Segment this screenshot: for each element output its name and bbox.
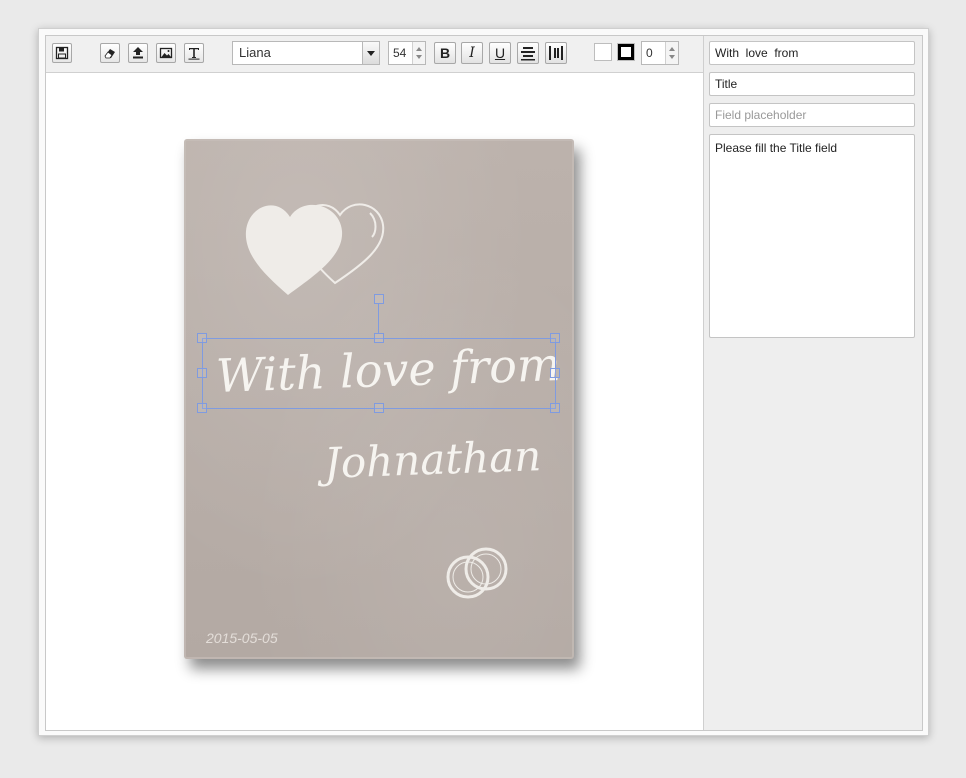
add-text-button[interactable] [184,43,204,63]
editor-body: Liana 54 B I U 0 With love from Johnatha… [45,35,923,731]
title-field[interactable] [709,72,915,96]
headline-text[interactable]: With love from [215,337,561,403]
letter-spacing-icon [549,46,563,60]
resize-handle-bottom-left[interactable] [197,403,207,413]
image-icon [159,47,173,59]
resize-handle-bottom-right[interactable] [550,403,560,413]
stroke-width-stepper-arrows[interactable] [665,42,678,64]
placeholder-field[interactable] [709,103,915,127]
resize-handle-left[interactable] [197,368,207,378]
align-center-button[interactable] [517,42,539,64]
font-family-value: Liana [239,45,271,60]
bold-button[interactable]: B [434,42,456,64]
rotate-handle[interactable] [374,294,384,304]
resize-handle-top[interactable] [374,333,384,343]
toolbar: Liana 54 B I U 0 [46,36,703,73]
spinner-arrows-icon [669,47,675,59]
rotate-handle-line [378,303,379,333]
clear-button[interactable] [100,43,120,63]
resize-handle-top-left[interactable] [197,333,207,343]
align-center-icon [521,47,535,61]
font-family-dropdown-button[interactable] [362,42,379,64]
font-family-select[interactable]: Liana [232,41,380,65]
headline-field[interactable] [709,41,915,65]
save-icon [55,46,69,60]
stroke-width-value: 0 [646,46,653,60]
font-size-stepper[interactable]: 54 [388,41,426,65]
font-size-stepper-arrows[interactable] [412,42,425,64]
letter-spacing-button[interactable] [545,42,567,64]
resize-handle-right[interactable] [550,368,560,378]
chevron-down-icon [367,51,375,56]
upload-button[interactable] [128,43,148,63]
text-icon [188,48,200,60]
hearts-icon[interactable] [240,183,400,303]
resize-handle-top-right[interactable] [550,333,560,343]
eraser-icon [104,49,115,59]
design-canvas[interactable]: With love from Johnathan 2015-05-05 [46,73,703,730]
blanket-product: With love from Johnathan 2015-05-05 [184,139,574,659]
fields-panel: Please fill the Title field [704,36,922,730]
save-button[interactable] [52,43,72,63]
name-text[interactable]: Johnathan [323,431,542,488]
notes-textarea[interactable]: Please fill the Title field [709,134,915,338]
upload-icon [133,47,143,59]
italic-button[interactable]: I [461,42,483,64]
spinner-arrows-icon [416,47,422,59]
resize-handle-bottom[interactable] [374,403,384,413]
stroke-width-stepper[interactable]: 0 [641,41,679,65]
wedding-rings-icon[interactable] [440,539,520,609]
bold-icon: B [439,45,451,61]
date-text[interactable]: 2015-05-05 [206,630,278,646]
editor-window: Liana 54 B I U 0 With love from Johnatha… [38,28,929,736]
underline-icon: U [494,45,506,61]
font-size-value: 54 [393,46,407,60]
underline-button[interactable]: U [489,42,511,64]
fill-color-swatch[interactable] [594,43,612,61]
add-image-button[interactable] [156,43,176,63]
stroke-color-icon [618,44,634,60]
stroke-color-swatch[interactable] [617,43,635,61]
italic-icon: I [469,45,475,61]
